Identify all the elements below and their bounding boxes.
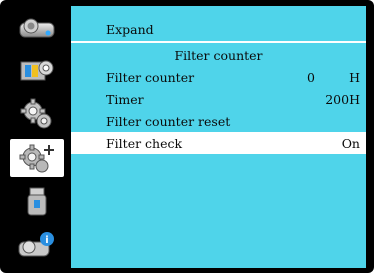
menu-item-filter-check[interactable]: Filter check On (71, 132, 366, 154)
menu-item-timer[interactable]: Timer 200H (71, 88, 366, 110)
svg-text:i: i (45, 235, 48, 246)
menu-item-label: Timer (106, 92, 144, 107)
projector-image-icon (17, 13, 57, 41)
display-settings-icon (17, 56, 57, 86)
filter-check-value: On (341, 136, 360, 151)
filter-counter-value: 0 (307, 70, 315, 85)
sidebar-item-image[interactable] (10, 8, 64, 46)
sidebar-item-expand[interactable] (10, 139, 64, 177)
menu-screen: i Expand Filter counter Filter counter 0… (0, 0, 374, 273)
menu-header: Expand (71, 6, 366, 43)
sidebar-item-setting[interactable] (10, 95, 64, 133)
menu-item-filter-counter[interactable]: Filter counter 0 H (71, 66, 366, 88)
gear-settings-icon (17, 97, 57, 131)
sidebar-item-memory-viewer[interactable] (10, 183, 64, 221)
usb-memory-icon (17, 185, 57, 219)
menu-item-label: Filter check (106, 136, 183, 151)
projector-info-icon: i (16, 228, 58, 262)
section-title: Filter counter (174, 48, 263, 63)
gear-plus-expand-icon (16, 141, 58, 175)
menu-item-label: Filter counter (106, 70, 195, 85)
menu-panel: Expand Filter counter Filter counter 0 H… (71, 6, 366, 268)
filter-counter-unit: H (349, 70, 360, 85)
menu-item-label: Filter counter reset (106, 114, 231, 129)
menu-item-filter-counter-reset[interactable]: Filter counter reset (71, 110, 366, 132)
page-title: Expand (106, 22, 154, 37)
sidebar-item-info[interactable]: i (10, 226, 64, 264)
sidebar: i (8, 6, 66, 267)
timer-value: 200H (325, 92, 360, 107)
sidebar-item-display[interactable] (10, 52, 64, 90)
